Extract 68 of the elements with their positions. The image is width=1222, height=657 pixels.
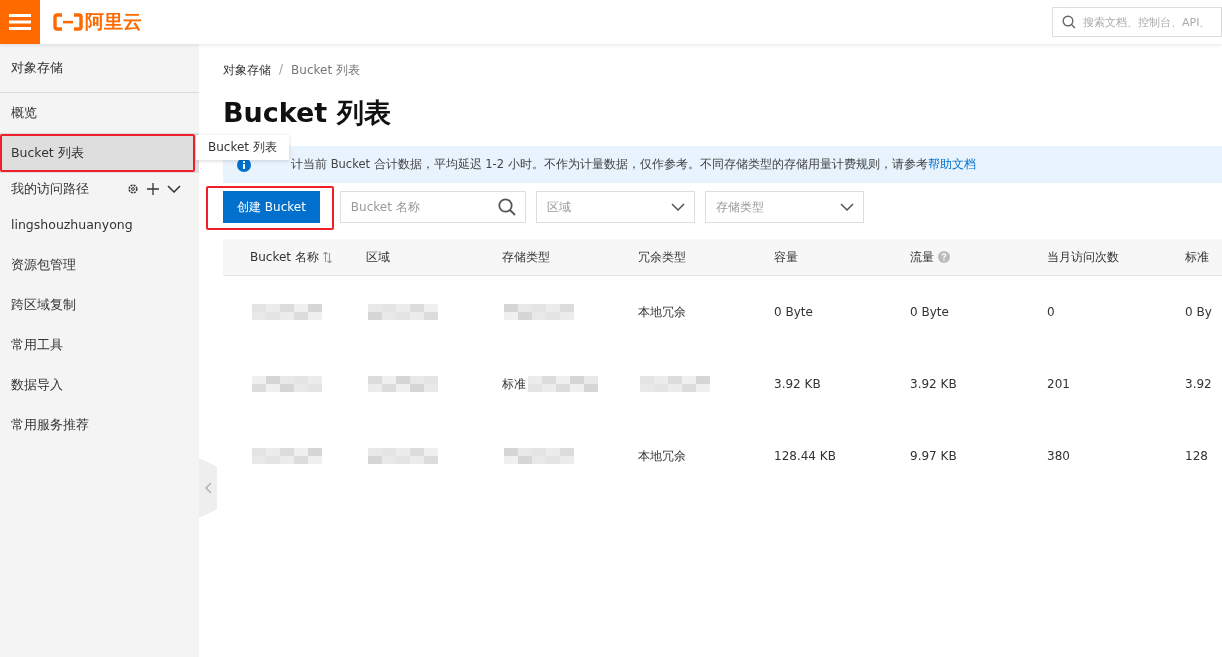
help-icon[interactable] [938,251,950,263]
table-cell: 201 [1047,377,1070,391]
redacted-block [528,376,598,392]
breadcrumb-item[interactable]: 对象存储 [223,62,271,79]
sidebar-item[interactable]: 概览 [0,93,199,133]
redacted-block [252,448,322,464]
table-cell: 3.92 [1185,377,1212,391]
column-header: 存储类型 [502,248,550,266]
help-link[interactable]: 帮助文档 [927,157,976,171]
table-cell: 0 By [1185,305,1212,319]
sidebar-title: 对象存储 [0,44,199,93]
region-select[interactable]: 区域 [535,191,695,223]
table-cell: 9.97 KB [910,449,957,463]
redacted-block [368,304,438,320]
sidebar-item[interactable]: 跨区域复制 [0,285,199,325]
table-cell: 128.44 KB [774,449,836,463]
storage-type-select[interactable]: 存储类型 [704,191,864,223]
chevron-down-icon [839,203,854,211]
info-icon [237,157,251,172]
redacted-block [504,448,574,464]
table-cell: 3.92 KB [910,377,957,391]
sidebar-item[interactable]: 数据导入 [0,365,199,405]
column-header: 区域 [366,248,390,266]
redacted-block [368,376,438,392]
redacted-block [504,304,574,320]
column-header: 冗余类型 [638,248,686,266]
logo-icon [53,13,83,31]
sidebar-item[interactable]: lingshouzhuanyong [0,205,199,245]
menu-icon [9,14,31,30]
settings-icon[interactable] [127,183,139,195]
table-cell: 标准 [502,375,526,393]
redacted-block [252,304,322,320]
table-cell: 3.92 KB [774,377,821,391]
breadcrumb-separator: / [279,62,284,78]
sidebar-item[interactable]: 常用服务推荐 [0,405,199,445]
plus-icon[interactable] [147,183,159,195]
table-cell: 本地冗余 [638,303,686,321]
column-header: 当月访问次数 [1047,248,1119,266]
chevron-left-icon [204,482,212,494]
search-field[interactable]: 搜索文档、控制台、API、 [1052,7,1222,37]
table-cell: 本地冗余 [638,447,686,465]
table-cell: 0 Byte [910,305,949,319]
redacted-block [368,448,438,464]
chevron-down-icon[interactable] [167,185,181,193]
breadcrumb-item[interactable]: Bucket 列表 [291,62,360,79]
table-cell: 0 Byte [774,305,813,319]
tooltip: Bucket 列表 [196,135,289,160]
sidebar-item[interactable]: 常用工具 [0,325,199,365]
bucket-name-search-field[interactable]: Bucket 名称 [339,191,526,223]
sidebar-item[interactable]: 资源包管理 [0,245,199,285]
column-header: Bucket 名称 [250,248,319,266]
table-cell: 128 [1185,449,1208,463]
create-bucket-button[interactable]: 创建 Bucket [223,191,320,223]
sort-icon[interactable] [322,251,332,263]
menu-button[interactable] [0,0,40,44]
redacted-block [252,376,322,392]
column-header: 标准 [1185,248,1209,266]
redacted-block [640,376,710,392]
chevron-down-icon [670,203,685,211]
sidebar-group-label: 我的访问路径 [11,180,89,198]
page-title: Bucket 列表 [223,96,392,130]
column-header: 流量 [910,248,934,266]
notice-text: 计当前 Bucket 合计数据，平均延迟 1-2 小时。不作为计量数据，仅作参考。不同存储类型的存储用量计费规则，请参考帮助文档 [290,157,976,172]
logo-text: 阿里云 [85,9,142,34]
table-cell: 0 [1047,305,1055,319]
column-header: 容量 [774,248,798,266]
search-icon [497,198,516,216]
table-cell: 380 [1047,449,1070,463]
